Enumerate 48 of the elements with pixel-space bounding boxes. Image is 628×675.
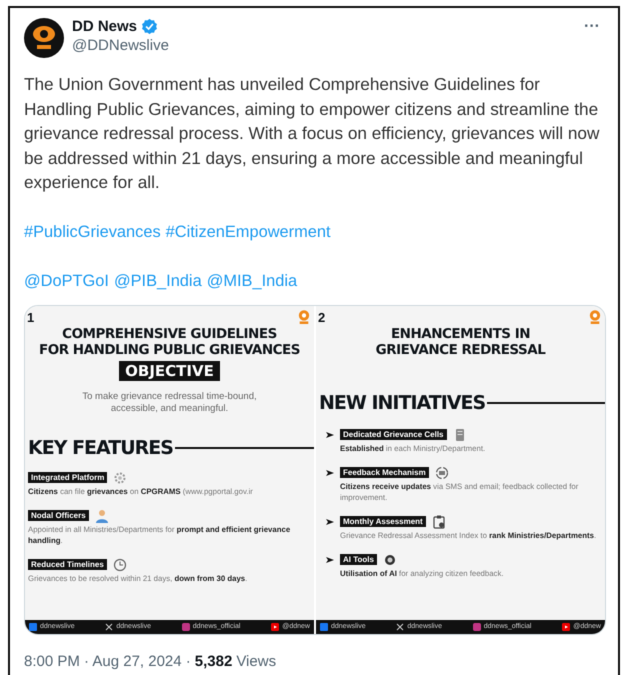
camera-icon <box>182 622 190 630</box>
section-heading: NEW INITIATIVES <box>319 392 486 414</box>
person-icon <box>94 508 109 522</box>
arrow-icon <box>326 430 334 438</box>
play-icon <box>562 622 570 630</box>
play-icon <box>271 622 280 630</box>
objective-text: To make grievance redressal time-bound, accessible, and meaningful. <box>81 390 258 414</box>
slide-number: 2 <box>318 310 326 326</box>
arrow-icon <box>326 468 334 476</box>
feature-label: Monthly Assessment <box>340 516 426 527</box>
infographic-title: ENHANCEMENTS IN GRIEVANCE REDRESSAL <box>374 326 546 358</box>
camera-icon <box>472 622 481 630</box>
feature-label: Reduced Timelines <box>28 559 107 570</box>
mention-link[interactable]: @PIB_India <box>114 268 202 292</box>
feature-label: Feedback Mechanism <box>340 467 429 478</box>
feature-label: Dedicated Grievance Cells <box>340 429 446 440</box>
objective-label: OBJECTIVE <box>119 360 220 380</box>
more-button[interactable]: ··· <box>580 18 604 36</box>
x-logo-icon <box>396 622 404 630</box>
infographic-title: COMPREHENSIVE GUIDELINES FOR HANDLING PUBLIC GRIEVANCES <box>38 326 301 358</box>
hashtag-link[interactable]: #PublicGrievances <box>24 220 161 244</box>
infographic-image[interactable] <box>316 306 605 634</box>
clock-icon <box>112 558 127 572</box>
author-handle[interactable]: @DDNewslive <box>72 37 572 54</box>
tweet-text: The Union Government has unveiled Comprehensive Guidelines for Handling Public Grievances, aiming to empower citizens and streamline the grievance redressal process. With a focus on efficiency, grievances will now be addressed within 21 days, ensuring a more accessible and meaningful experience for all. <box>24 73 600 194</box>
hashtag-link[interactable]: #CitizenEmpowerment <box>166 220 331 244</box>
x-logo-icon <box>105 622 114 630</box>
slide-number: 1 <box>27 310 34 326</box>
cycle-icon <box>434 466 449 480</box>
feature-label: AI Tools <box>340 554 377 565</box>
arrow-icon <box>326 518 334 526</box>
author-name[interactable]: DD News <box>72 18 138 35</box>
mention-link[interactable]: @DoPTGoI <box>24 268 109 292</box>
chip-icon <box>382 552 397 566</box>
avatar-logo-icon[interactable] <box>24 18 64 58</box>
feature-label: Integrated Platform <box>28 472 108 483</box>
logo-icon <box>298 310 310 326</box>
feature-label: Nodal Officers <box>28 510 89 521</box>
mention-link[interactable]: @MIB_India <box>206 268 298 292</box>
view-count: 5,382 <box>194 652 232 670</box>
views-label: Views <box>236 652 276 670</box>
infographic-image[interactable] <box>25 306 314 634</box>
arrow-icon <box>326 556 334 564</box>
logo-icon <box>589 310 601 326</box>
clipboard-icon <box>432 514 446 528</box>
post-timestamp[interactable]: 8:00 PM · Aug 27, 2024 · <box>24 652 191 670</box>
section-heading: KEY FEATURES <box>28 436 173 458</box>
gear-icon <box>113 470 128 484</box>
